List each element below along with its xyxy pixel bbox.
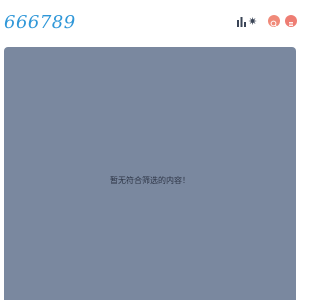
- site-header: 666789 ✷: [0, 0, 300, 46]
- menu-button[interactable]: [285, 15, 297, 27]
- empty-state-message: 暂无符合筛选的内容！: [110, 176, 190, 185]
- menu-icon: [289, 22, 293, 26]
- bar-chart-icon[interactable]: [237, 17, 246, 27]
- sun-icon[interactable]: ✷: [248, 14, 257, 30]
- content-panel: 暂无符合筛选的内容！: [4, 47, 296, 300]
- search-icon: [270, 20, 278, 28]
- site-logo[interactable]: 666789: [4, 12, 76, 34]
- search-button[interactable]: [268, 15, 280, 28]
